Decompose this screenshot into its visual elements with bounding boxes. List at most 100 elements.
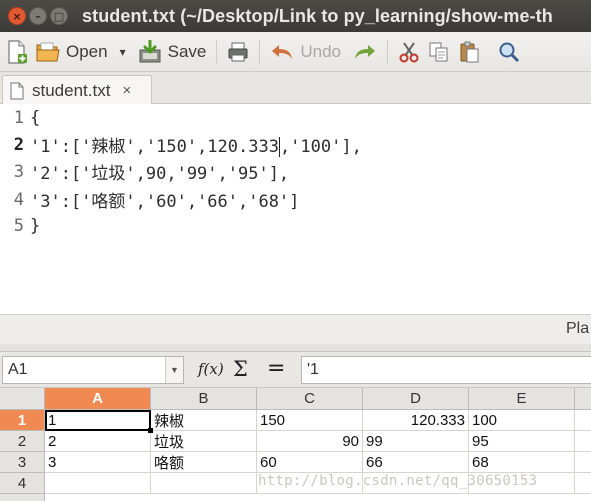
watermark: http://blog.csdn.net/qq_30650153: [258, 473, 538, 489]
open-recent-dropdown[interactable]: ▾: [112, 32, 134, 71]
cell-e3[interactable]: 68: [469, 452, 575, 473]
cut-button[interactable]: [394, 32, 424, 71]
chevron-down-icon[interactable]: ▼: [165, 357, 183, 383]
line-text: '2':['垃圾',90,'99','95'],: [30, 164, 290, 184]
cell-a3[interactable]: 3: [45, 452, 151, 473]
column-header-f[interactable]: [575, 388, 591, 410]
cell-d2[interactable]: 99: [363, 431, 469, 452]
spreadsheet-toolbar-edge: [0, 344, 591, 352]
cell-d3[interactable]: 66: [363, 452, 469, 473]
cell-f4[interactable]: [575, 473, 591, 494]
row-header-1[interactable]: 1: [0, 410, 45, 431]
window-minimize-button[interactable]: –: [29, 7, 47, 25]
row-header-5[interactable]: [0, 494, 45, 501]
cell-a2[interactable]: 2: [45, 431, 151, 452]
paste-button[interactable]: [454, 32, 484, 71]
document-tabbar: student.txt ×: [0, 72, 591, 105]
open-button[interactable]: Open: [32, 32, 112, 71]
line-text-before-cursor: '1':['辣椒','150',120.333: [30, 137, 279, 157]
undo-arrow-icon: [272, 44, 293, 59]
tab-student-txt[interactable]: student.txt ×: [2, 75, 152, 105]
search-icon: [499, 42, 520, 62]
undo-button[interactable]: Undo: [266, 32, 345, 71]
line-text: '1':['辣椒','150',120.333,'100'],: [28, 132, 362, 157]
new-document-icon: [8, 39, 27, 64]
editor-toolbar: Open ▾ Save Undo: [0, 32, 591, 72]
text-file-icon: [10, 82, 24, 99]
column-header-e[interactable]: E: [469, 388, 575, 410]
cell-c2[interactable]: 90: [257, 431, 363, 452]
open-button-label: Open: [66, 41, 108, 61]
editor-statusbar: Pla: [0, 314, 591, 344]
print-button[interactable]: [223, 32, 253, 71]
column-header-d[interactable]: D: [363, 388, 469, 410]
redo-button[interactable]: [345, 32, 381, 71]
folder-open-icon: [36, 42, 60, 61]
column-header-a[interactable]: A: [45, 388, 151, 410]
editor-line: 5 }: [0, 212, 41, 239]
function-wizard-button[interactable]: f(x): [198, 360, 224, 378]
cell-c1[interactable]: 150: [257, 410, 363, 431]
redo-arrow-icon: [355, 44, 376, 59]
cell-b4[interactable]: [151, 473, 257, 494]
undo-button-label: Undo: [300, 41, 342, 61]
column-header-c[interactable]: C: [257, 388, 363, 410]
chevron-down-icon: ▾: [119, 44, 126, 59]
cell-f1[interactable]: [575, 410, 591, 431]
print-icon: [228, 42, 248, 61]
column-header-b[interactable]: B: [151, 388, 257, 410]
window-close-button[interactable]: ×: [8, 7, 26, 25]
cell-b2[interactable]: 垃圾: [151, 431, 257, 452]
cell-a4[interactable]: [45, 473, 151, 494]
cell-e2[interactable]: 95: [469, 431, 575, 452]
copy-icon: [429, 42, 448, 61]
save-icon: [139, 39, 161, 62]
save-button-label: Save: [167, 41, 207, 61]
save-button[interactable]: Save: [134, 32, 211, 71]
language-selector[interactable]: Pla: [566, 320, 589, 338]
window-maximize-button[interactable]: □: [50, 7, 68, 25]
fill-handle[interactable]: [148, 428, 153, 433]
cell-d1[interactable]: 120.333: [363, 410, 469, 431]
formula-bar: A1 ▼ f(x) Σ = '1: [0, 352, 591, 388]
editor-titlebar: × – □ student.txt (~/Desktop/Link to py_…: [0, 0, 591, 32]
toolbar-separator: [387, 39, 389, 64]
window-title: student.txt (~/Desktop/Link to py_learni…: [82, 5, 553, 26]
sum-button[interactable]: Σ: [233, 357, 248, 381]
select-all-corner[interactable]: [0, 388, 45, 410]
text-editor[interactable]: 1 { 2 '1':['辣椒','150',120.333,'100'], 3 …: [0, 104, 591, 314]
name-box[interactable]: A1 ▼: [2, 356, 184, 384]
editor-line-current: 2 '1':['辣椒','150',120.333,'100'],: [0, 131, 362, 158]
scissors-icon: [399, 41, 419, 62]
copy-button[interactable]: [424, 32, 454, 71]
line-text: '3':['咯额','60','66','68']: [30, 192, 300, 212]
line-text: }: [30, 215, 41, 236]
cell-f2[interactable]: [575, 431, 591, 452]
cell-c3[interactable]: 60: [257, 452, 363, 473]
line-text-after-cursor: ,'100'],: [279, 137, 362, 157]
cell-a1[interactable]: 1: [45, 410, 151, 431]
formula-equals-button[interactable]: =: [267, 356, 285, 381]
line-number: 4: [13, 189, 24, 210]
cell-b3[interactable]: 咯额: [151, 452, 257, 473]
line-text: {: [30, 107, 41, 128]
line-number: 3: [13, 161, 24, 182]
new-document-button[interactable]: [0, 32, 32, 71]
row-header-3[interactable]: 3: [0, 452, 45, 473]
formula-input[interactable]: '1: [301, 356, 591, 384]
cell-f3[interactable]: [575, 452, 591, 473]
editor-line: 1 {: [0, 104, 41, 131]
tab-close-icon[interactable]: ×: [122, 82, 131, 99]
toolbar-separator: [259, 39, 261, 64]
formula-input-value: '1: [307, 361, 319, 378]
name-box-value: A1: [8, 361, 28, 378]
search-button[interactable]: [484, 32, 524, 71]
line-number: 2: [13, 134, 24, 155]
cell-b1[interactable]: 辣椒: [151, 410, 257, 431]
row-header-2[interactable]: 2: [0, 431, 45, 452]
row-header-4[interactable]: 4: [0, 473, 45, 494]
paste-icon: [460, 41, 479, 62]
line-number: 5: [13, 215, 24, 236]
editor-line: 3 '2':['垃圾',90,'99','95'],: [0, 158, 289, 185]
cell-e1[interactable]: 100: [469, 410, 575, 431]
